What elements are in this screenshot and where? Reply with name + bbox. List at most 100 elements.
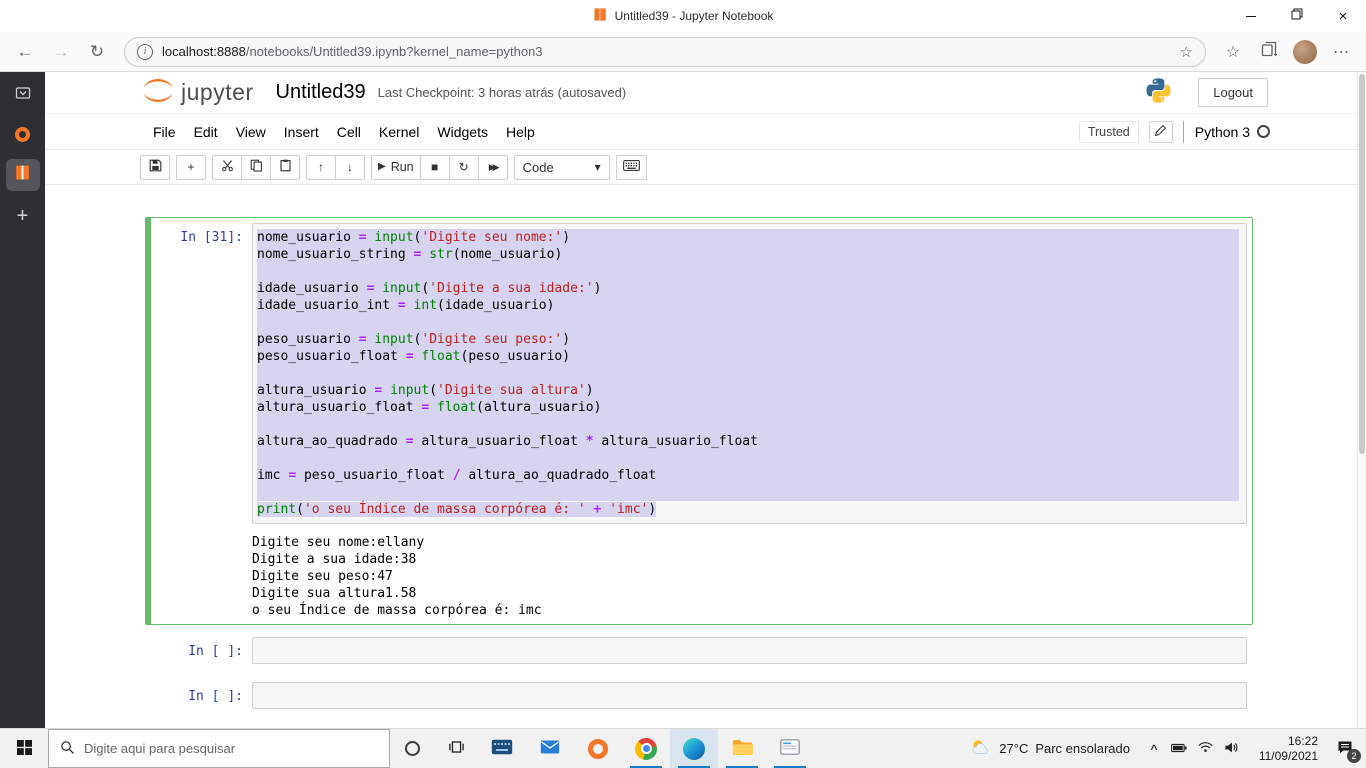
edge-app[interactable] [670, 729, 718, 768]
empty-code-cell-2[interactable]: In [ ]: [145, 676, 1253, 715]
weather-icon [970, 738, 992, 759]
paste-cells-button[interactable] [270, 155, 300, 180]
notification-badge: 2 [1347, 749, 1361, 763]
move-group: ↑ ↓ [306, 155, 365, 180]
cut-cells-button[interactable] [212, 155, 242, 180]
menu-insert[interactable]: Insert [275, 124, 328, 140]
collections-button[interactable] [1252, 36, 1286, 68]
interrupt-kernel-button[interactable]: ■ [420, 155, 450, 180]
minimize-button[interactable] [1228, 0, 1274, 32]
jupyter-planet-icon [140, 77, 176, 109]
menu-widgets[interactable]: Widgets [428, 124, 497, 140]
jupyter-page: jupyter Untitled39 Last Checkpoint: 3 ho… [45, 72, 1366, 728]
weather-temp: 27°C [999, 741, 1028, 756]
run-button[interactable]: ▶ Run [371, 155, 421, 180]
command-palette-button[interactable] [616, 155, 647, 180]
favorites-star-icon: ☆ [1226, 42, 1240, 62]
start-button[interactable] [0, 729, 48, 768]
pinned-app-1-icon [491, 739, 513, 758]
weather-widget[interactable]: 27°C Parc ensolarado [958, 729, 1142, 768]
empty-code-cell-1[interactable]: In [ ]: [145, 631, 1253, 670]
refresh-icon: ↻ [90, 42, 104, 62]
python-logo-icon [1145, 77, 1172, 109]
taskbar-clock[interactable]: 16:22 11/09/2021 [1244, 729, 1324, 768]
show-hidden-icons-button[interactable]: ^ [1142, 729, 1166, 768]
volume-status[interactable] [1218, 729, 1244, 768]
close-button[interactable]: × [1320, 0, 1366, 32]
add-favorite-icon[interactable]: ☆ [1180, 43, 1193, 61]
folder-icon [732, 739, 753, 758]
add-cell-button[interactable]: + [176, 155, 206, 180]
cortana-button[interactable] [390, 729, 434, 768]
fast-forward-icon: ▶▶ [489, 163, 497, 172]
tab-item-notebook-active[interactable] [6, 159, 40, 191]
logout-button[interactable]: Logout [1198, 78, 1268, 107]
code-editor[interactable] [252, 637, 1247, 664]
play-icon: ▶ [378, 162, 386, 172]
menu-view[interactable]: View [227, 124, 275, 140]
forward-icon: → [53, 42, 70, 62]
url-text: localhost:8888/notebooks/Untitled39.ipyn… [162, 44, 1171, 59]
code-cell-selected[interactable]: In [31]: nome_usuario = input('Digite se… [145, 217, 1253, 625]
keyboard-icon [623, 160, 640, 174]
search-icon [60, 740, 75, 758]
pinned-app-3[interactable] [766, 729, 814, 768]
action-center-button[interactable]: 2 [1324, 729, 1366, 768]
page-scrollbar[interactable] [1357, 72, 1366, 728]
battery-status[interactable] [1166, 729, 1192, 768]
browser-menu-button[interactable]: ⋯ [1324, 36, 1358, 68]
save-icon [149, 159, 162, 175]
chrome-app[interactable] [622, 729, 670, 768]
taskbar-search[interactable]: Digite aqui para pesquisar [48, 729, 390, 768]
input-prompt: In [ ]: [151, 682, 252, 709]
copy-cells-button[interactable] [241, 155, 271, 180]
task-view-button[interactable] [434, 729, 478, 768]
move-cell-down-button[interactable]: ↓ [335, 155, 365, 180]
tab-actions-button[interactable] [8, 81, 38, 109]
jupyter-toolbar: + [45, 150, 1366, 185]
jupyter-app[interactable] [574, 729, 622, 768]
back-button[interactable]: ← [8, 36, 42, 68]
plus-icon: + [187, 161, 194, 173]
menu-edit[interactable]: Edit [185, 124, 227, 140]
move-cell-up-button[interactable]: ↑ [306, 155, 336, 180]
restore-button[interactable] [1274, 0, 1320, 32]
forward-button[interactable]: → [44, 36, 78, 68]
new-tab-button[interactable]: + [8, 202, 38, 230]
menu-file[interactable]: File [144, 124, 185, 140]
menu-cell[interactable]: Cell [328, 124, 370, 140]
checkpoint-status: Last Checkpoint: 3 horas atrás (autosave… [378, 85, 627, 100]
pinned-app-1[interactable] [478, 729, 526, 768]
code-editor[interactable] [252, 682, 1247, 709]
menu-help[interactable]: Help [497, 124, 544, 140]
refresh-button[interactable]: ↻ [80, 36, 114, 68]
url-host: localhost:8888 [162, 44, 246, 59]
jupyter-logo[interactable]: jupyter [140, 77, 254, 109]
save-button[interactable] [140, 155, 170, 180]
network-status[interactable] [1192, 729, 1218, 768]
scrollbar-thumb[interactable] [1359, 74, 1365, 454]
file-explorer-app[interactable] [718, 729, 766, 768]
jupyter-book-favicon-icon [593, 7, 608, 25]
site-info-icon[interactable]: i [137, 44, 153, 60]
cortana-icon [405, 741, 420, 756]
pinned-app-3-icon [780, 739, 800, 758]
minimize-icon [1246, 16, 1256, 17]
autosave-status: (autosaved) [558, 85, 627, 100]
arrow-down-icon: ↓ [347, 161, 353, 173]
cell-type-dropdown[interactable]: Code ▾ [514, 155, 610, 180]
address-bar[interactable]: i localhost:8888/notebooks/Untitled39.ip… [124, 37, 1206, 67]
profile-button[interactable] [1288, 36, 1322, 68]
notebook-title[interactable]: Untitled39 [276, 81, 366, 104]
menu-kernel[interactable]: Kernel [370, 124, 428, 140]
output-prompt [151, 531, 252, 619]
restart-run-all-button[interactable]: ▶▶ [478, 155, 508, 180]
trusted-badge[interactable]: Trusted [1079, 121, 1139, 143]
code-editor[interactable]: nome_usuario = input('Digite seu nome:')… [252, 223, 1247, 524]
window-title-group: Untitled39 - Jupyter Notebook [593, 0, 774, 32]
cell-output-row: Digite seu nome:ellany Digite a sua idad… [151, 531, 1247, 619]
restart-kernel-button[interactable]: ↻ [449, 155, 479, 180]
favorites-button[interactable]: ☆ [1216, 36, 1250, 68]
tab-item-home[interactable] [8, 120, 38, 148]
pinned-app-2[interactable] [526, 729, 574, 768]
